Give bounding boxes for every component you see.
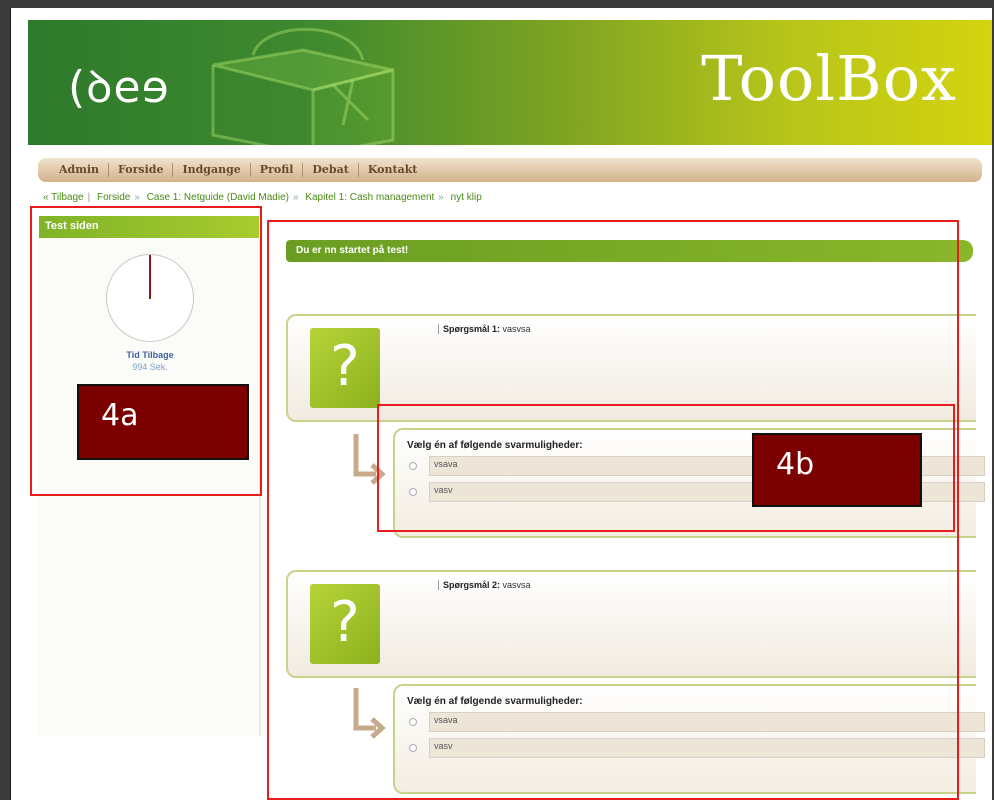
- nav-forside[interactable]: Forside: [109, 163, 174, 177]
- toolbox-brand: ToolBox: [701, 42, 957, 115]
- breadcrumb-item[interactable]: Kapitel 1: Cash management: [305, 192, 434, 203]
- idea-logo[interactable]: (ꝺeɘ: [68, 55, 170, 115]
- nav-profil[interactable]: Profil: [251, 163, 304, 177]
- breadcrumb-item-current[interactable]: nyt klip: [451, 192, 482, 203]
- annotation-label-4a: 4a: [77, 384, 249, 460]
- site-header: (ꝺeɘ ToolBox: [28, 20, 992, 145]
- breadcrumb: « Tilbage | Forside» Case 1: Netguide (Da…: [43, 192, 482, 203]
- nav-kontakt[interactable]: Kontakt: [359, 163, 427, 177]
- nav-debat[interactable]: Debat: [303, 163, 359, 177]
- nav-admin[interactable]: Admin: [50, 163, 110, 177]
- main-nav: Admin Forside Indgange Profil Debat Kont…: [38, 158, 982, 182]
- nav-indgange[interactable]: Indgange: [173, 163, 251, 177]
- breadcrumb-item[interactable]: Case 1: Netguide (David Madie): [147, 192, 289, 203]
- browser-frame: (ꝺeɘ ToolBox Admin Forside Indgange Prof…: [10, 8, 992, 800]
- toolbox-illustration: [211, 27, 395, 145]
- annotation-label-4b: 4b: [752, 433, 922, 507]
- breadcrumb-item[interactable]: Forside: [97, 192, 130, 203]
- breadcrumb-back-link[interactable]: « Tilbage: [43, 192, 84, 203]
